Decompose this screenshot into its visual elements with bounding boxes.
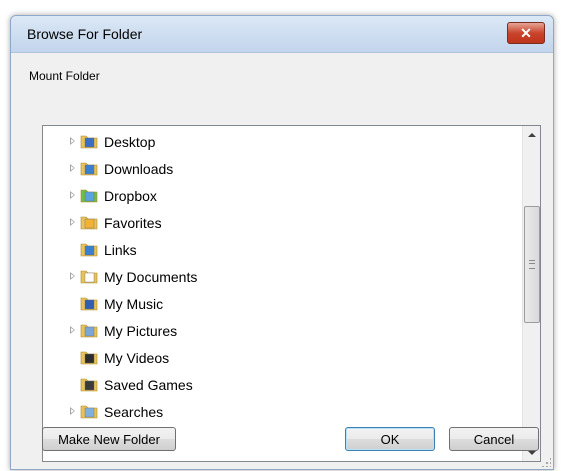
make-new-folder-button[interactable]: Make New Folder — [42, 427, 176, 451]
tree-item-my-videos[interactable]: My Videos — [43, 345, 513, 371]
tree-item-label: Links — [104, 242, 137, 258]
folder-tree[interactable]: Desktop Downloads Dropbox Favorites Links My … — [42, 125, 541, 462]
expand-arrow-icon[interactable] — [70, 164, 75, 172]
saved-games-folder-icon — [80, 378, 98, 392]
tree-item-label: My Music — [104, 296, 164, 312]
close-icon: ✕ — [520, 25, 532, 41]
documents-folder-icon — [80, 270, 98, 284]
cancel-button[interactable]: Cancel — [449, 427, 539, 451]
tree-item-label: Favorites — [104, 215, 162, 231]
expand-arrow-icon[interactable] — [70, 191, 75, 199]
tree-item-desktop[interactable]: Desktop — [43, 129, 513, 155]
tree-item-my-documents[interactable]: My Documents — [43, 264, 513, 290]
tree-item-searches[interactable]: Searches — [43, 399, 513, 425]
tree-item-label: Saved Games — [104, 377, 193, 393]
expand-arrow-icon[interactable] — [70, 272, 75, 280]
browse-for-folder-dialog: Browse For Folder ✕ Mount Folder Desktop… — [10, 15, 554, 470]
expand-arrow-icon[interactable] — [70, 218, 75, 226]
grip-icon — [529, 260, 535, 269]
window-title: Browse For Folder — [27, 26, 143, 42]
tree-item-label: Searches — [104, 404, 164, 420]
videos-folder-icon — [80, 351, 98, 365]
dropbox-icon — [80, 189, 98, 203]
tree-item-downloads[interactable]: Downloads — [43, 156, 513, 182]
vertical-scrollbar[interactable] — [522, 126, 540, 461]
tree-item-label: Desktop — [104, 134, 156, 150]
tree-item-label: Downloads — [104, 161, 174, 177]
tree-item-links[interactable]: Links — [43, 237, 513, 263]
dialog-description: Mount Folder — [29, 69, 100, 83]
tree-item-my-music[interactable]: My Music — [43, 291, 513, 317]
arrow-down-icon — [527, 450, 536, 455]
tree-item-dropbox[interactable]: Dropbox — [43, 183, 513, 209]
links-folder-icon — [80, 243, 98, 257]
ok-button[interactable]: OK — [345, 427, 435, 451]
dialog-client-area: Mount Folder Desktop Downloads Dropbox Favo… — [11, 53, 553, 469]
music-folder-icon — [80, 297, 98, 311]
searches-folder-icon — [80, 405, 98, 419]
expand-arrow-icon[interactable] — [70, 137, 75, 145]
scroll-thumb[interactable] — [524, 206, 540, 323]
tree-item-favorites[interactable]: Favorites — [43, 210, 513, 236]
arrow-up-icon — [527, 132, 536, 137]
scroll-up-button[interactable] — [523, 126, 540, 143]
desktop-folder-icon — [80, 135, 98, 149]
folder-tree-items: Desktop Downloads Dropbox Favorites Links My … — [43, 126, 523, 461]
tree-item-label: Dropbox — [104, 188, 157, 204]
tree-item-my-pictures[interactable]: My Pictures — [43, 318, 513, 344]
title-bar[interactable]: Browse For Folder ✕ — [11, 16, 553, 53]
pictures-folder-icon — [80, 324, 98, 338]
downloads-folder-icon — [80, 162, 98, 176]
expand-arrow-icon[interactable] — [70, 326, 75, 334]
tree-item-label: My Pictures — [104, 323, 178, 339]
favorites-folder-icon — [80, 216, 98, 230]
expand-arrow-icon[interactable] — [70, 407, 75, 415]
resize-grip[interactable] — [541, 457, 551, 467]
tree-item-label: My Videos — [104, 350, 170, 366]
tree-item-label: My Documents — [104, 269, 198, 285]
tree-item-saved-games[interactable]: Saved Games — [43, 372, 513, 398]
close-button[interactable]: ✕ — [507, 22, 545, 44]
